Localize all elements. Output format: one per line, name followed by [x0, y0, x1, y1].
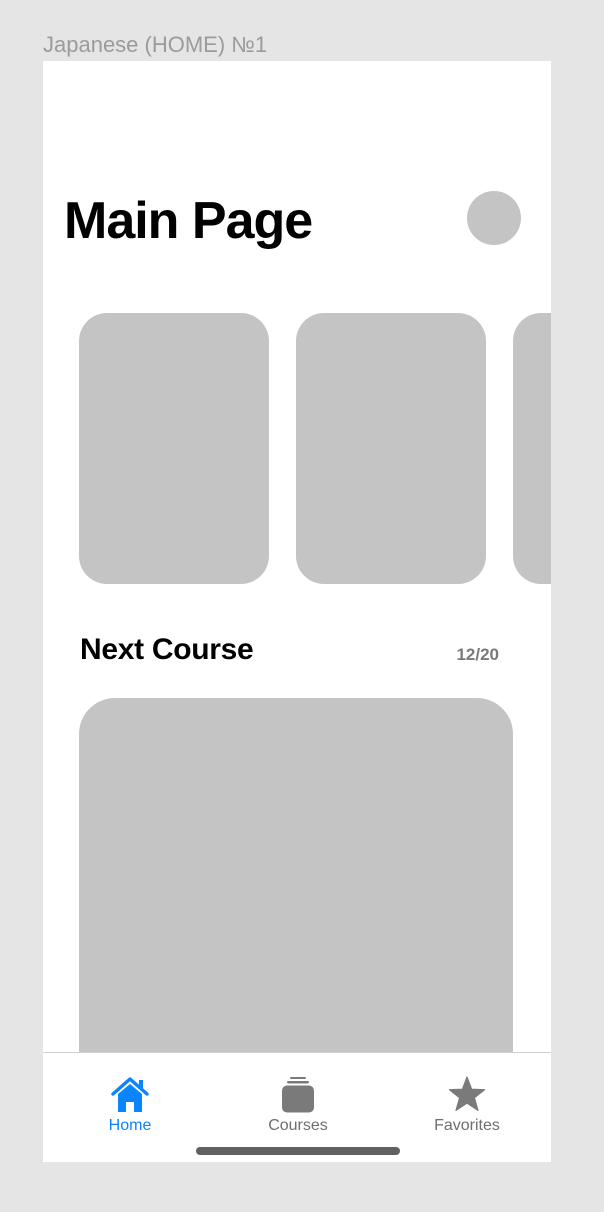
- home-indicator[interactable]: [196, 1147, 400, 1155]
- tab-bar: Home Courses Favorites: [43, 1052, 551, 1162]
- star-icon: [447, 1075, 487, 1115]
- tab-favorites-label: Favorites: [434, 1117, 500, 1134]
- tab-courses-label: Courses: [268, 1117, 328, 1134]
- tab-courses[interactable]: Courses: [243, 1075, 353, 1136]
- carousel-card[interactable]: [79, 313, 269, 584]
- stack-icon: [278, 1075, 318, 1115]
- avatar[interactable]: [467, 191, 521, 245]
- course-progress-count: 12/20: [456, 645, 499, 664]
- tab-home-label: Home: [108, 1117, 152, 1134]
- phone-screen: Main Page Next Course 12/20 Home Courses…: [43, 61, 551, 1162]
- carousel-card[interactable]: [513, 313, 551, 584]
- home-icon: [110, 1075, 150, 1115]
- page-title: Main Page: [64, 192, 313, 250]
- tab-home[interactable]: Home: [75, 1075, 185, 1136]
- carousel-card[interactable]: [296, 313, 486, 584]
- frame-label: Japanese (HOME) №1: [43, 32, 268, 57]
- tab-favorites[interactable]: Favorites: [412, 1075, 522, 1136]
- next-course-title: Next Course: [80, 633, 254, 666]
